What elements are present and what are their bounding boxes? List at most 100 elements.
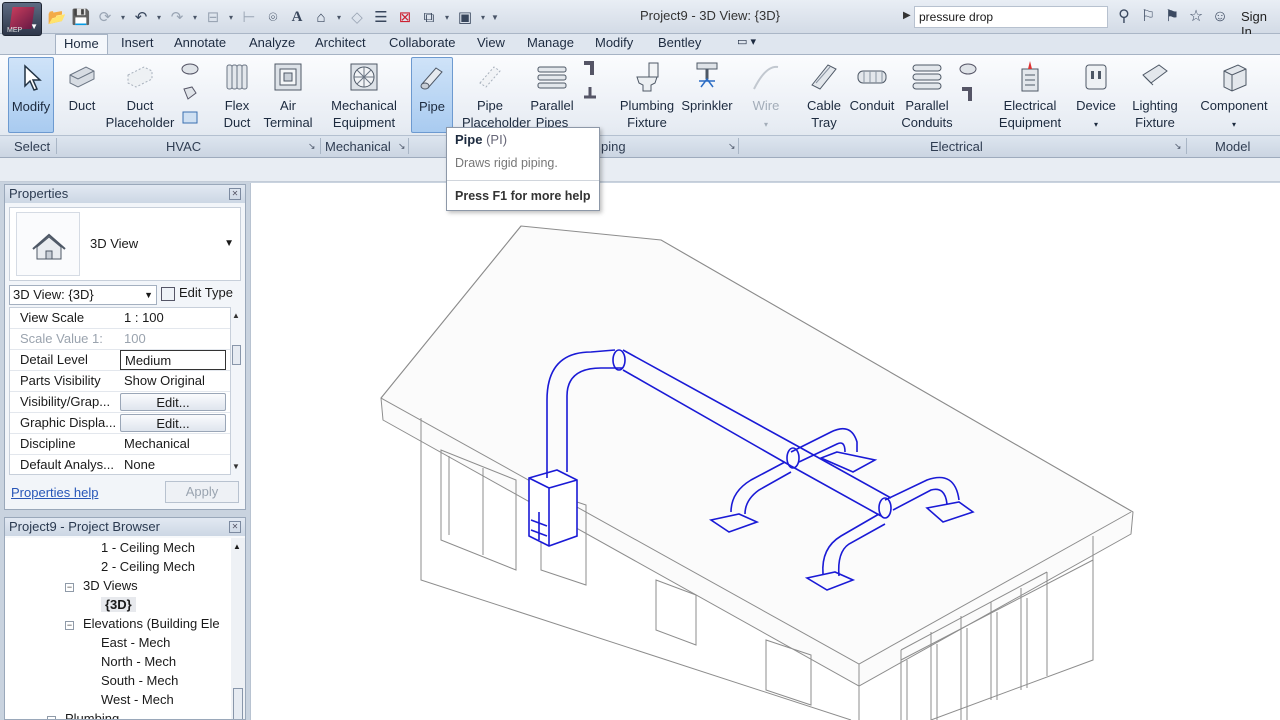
thin-lines-icon[interactable]: ☰ <box>370 7 392 27</box>
tab-analyze[interactable]: Analyze <box>249 34 295 54</box>
measure-icon[interactable]: ⊟ <box>202 7 224 27</box>
communication-center-icon[interactable]: ⚑ <box>1162 6 1182 28</box>
tree-item-ceiling-plan-1[interactable]: 1 - Ceiling Mech <box>101 540 195 555</box>
scroll-up-icon[interactable]: ▲ <box>233 542 241 551</box>
tab-architect[interactable]: Architect <box>315 34 366 54</box>
wire-button[interactable]: Wire ▾ <box>746 57 786 133</box>
browser-scrollbar[interactable]: ▲ <box>231 538 245 719</box>
duct-placeholder-button[interactable]: Duct Placeholder <box>104 57 176 131</box>
open-icon[interactable]: 📂 <box>46 7 68 27</box>
tab-manage[interactable]: Manage <box>527 34 574 54</box>
cable-tray-fitting-icon[interactable] <box>958 85 978 105</box>
search-input[interactable]: pressure drop <box>914 6 1108 28</box>
conduit-button[interactable]: Conduit <box>846 57 898 114</box>
property-value[interactable]: Medium <box>120 350 226 370</box>
graphic-display-edit-button[interactable]: Edit... <box>120 414 226 432</box>
favorites-star-icon[interactable]: ☆ <box>1186 6 1206 28</box>
window-icon[interactable]: ▣ <box>454 7 476 27</box>
tree-item-plumbing[interactable]: Plumbing <box>65 711 119 719</box>
properties-scrollbar[interactable]: ▲ ▼ <box>231 307 241 475</box>
tab-modify[interactable]: Modify <box>595 34 633 54</box>
flex-duct-button[interactable]: Flex Duct <box>216 57 258 131</box>
tab-bentley[interactable]: Bentley <box>658 34 701 54</box>
window-dropdown-icon[interactable]: ▾ <box>478 13 488 22</box>
redo-icon[interactable]: ↷ <box>166 7 188 27</box>
3d-viewport[interactable] <box>250 183 1280 720</box>
device-button[interactable]: Device ▾ <box>1074 57 1118 133</box>
collapse-plumbing-icon[interactable]: − <box>47 716 56 719</box>
type-selector[interactable]: 3D View ▼ <box>9 207 241 281</box>
ribbon-minimize-icon[interactable]: ▭ ▾ <box>737 34 756 54</box>
switch-windows-icon[interactable]: ⧉ <box>418 7 440 27</box>
pipe-placeholder-button[interactable]: Pipe Placeholder <box>462 57 531 131</box>
parallel-pipes-button[interactable]: Parallel Pipes <box>526 57 578 131</box>
tab-annotate[interactable]: Annotate <box>174 34 226 54</box>
pipe-button[interactable]: Pipe <box>411 57 453 133</box>
collapse-elevations-icon[interactable]: − <box>65 621 74 630</box>
electrical-equipment-button[interactable]: Electrical Equipment <box>996 57 1064 131</box>
component-dropdown-icon[interactable]: ▾ <box>1232 120 1236 129</box>
close-icon[interactable]: ✕ <box>229 188 241 200</box>
parallel-conduits-button[interactable]: Parallel Conduits <box>900 57 954 131</box>
undo-dropdown-icon[interactable]: ▾ <box>154 13 164 22</box>
sync-icon[interactable]: ⟳ <box>94 7 116 27</box>
tab-collaborate[interactable]: Collaborate <box>389 34 456 54</box>
customize-toolbar-icon[interactable]: ▼ <box>490 13 500 22</box>
cable-tray-button[interactable]: Cable Tray <box>802 57 846 131</box>
duct-fitting-icon[interactable] <box>180 83 200 103</box>
binoculars-icon[interactable]: ⚲ <box>1114 6 1134 28</box>
mechanical-equipment-button[interactable]: Mechanical Equipment <box>326 57 402 131</box>
tree-item-north-mech[interactable]: North - Mech <box>101 654 176 669</box>
property-value[interactable]: Show Original <box>120 371 226 391</box>
save-icon[interactable]: 💾 <box>70 7 92 27</box>
tree-item-elevations[interactable]: Elevations (Building Ele <box>83 616 220 631</box>
search-expand-icon[interactable]: ▶ <box>903 10 911 21</box>
convert-to-flex-duct-icon[interactable] <box>180 59 200 79</box>
scroll-up-icon[interactable]: ▲ <box>232 311 240 320</box>
panel-select[interactable]: Select <box>14 139 50 154</box>
lighting-fixture-button[interactable]: Lighting Fixture <box>1126 57 1184 131</box>
apply-button[interactable]: Apply <box>165 481 239 503</box>
tree-item-east-mech[interactable]: East - Mech <box>101 635 170 650</box>
undo-icon[interactable]: ↶ <box>130 7 152 27</box>
close-hidden-windows-icon[interactable]: ⊠ <box>394 7 416 27</box>
close-icon[interactable]: ✕ <box>229 521 241 533</box>
pipe-accessory-icon[interactable] <box>580 83 600 103</box>
scroll-thumb[interactable] <box>232 345 241 365</box>
text-icon[interactable]: A <box>286 7 308 27</box>
device-dropdown-icon[interactable]: ▾ <box>1094 120 1098 129</box>
tree-item-3d-current[interactable]: {3D} <box>101 597 136 612</box>
section-icon[interactable]: ◇ <box>346 7 368 27</box>
tree-item-ceiling-plan-2[interactable]: 2 - Ceiling Mech <box>101 559 195 574</box>
tab-view[interactable]: View <box>477 34 505 54</box>
default-3d-view-icon[interactable]: ⌂ <box>310 7 332 27</box>
view-dropdown-icon[interactable]: ▾ <box>334 13 344 22</box>
wire-dropdown-icon[interactable]: ▾ <box>764 120 768 129</box>
chevron-down-icon[interactable]: ▼ <box>224 238 234 249</box>
air-terminal-button[interactable]: Air Terminal <box>260 57 316 131</box>
tab-insert[interactable]: Insert <box>121 34 154 54</box>
redo-dropdown-icon[interactable]: ▾ <box>190 13 200 22</box>
conduit-fitting-icon[interactable] <box>958 59 978 79</box>
visibility-graphics-edit-button[interactable]: Edit... <box>120 393 226 411</box>
tab-home[interactable]: Home <box>55 34 108 55</box>
electrical-settings-icon[interactable]: ↘ <box>1174 141 1182 152</box>
scroll-down-icon[interactable]: ▼ <box>232 462 240 471</box>
user-icon[interactable]: ☺ <box>1210 6 1230 28</box>
application-menu-button[interactable]: MEP ▼ <box>2 2 42 36</box>
property-value[interactable]: Mechanical <box>120 434 226 454</box>
measure-dropdown-icon[interactable]: ▾ <box>226 13 236 22</box>
modify-button[interactable]: Modify <box>8 57 54 133</box>
property-value[interactable]: 1 : 100 <box>120 308 226 328</box>
duct-accessory-icon[interactable] <box>180 107 200 127</box>
aligned-dimension-icon[interactable]: ⊢ <box>238 7 260 27</box>
instance-filter-select[interactable]: 3D View: {3D} ▼ <box>9 285 157 305</box>
hvac-settings-icon[interactable]: ↘ <box>308 141 316 152</box>
tag-icon[interactable]: ⌾ <box>262 7 284 27</box>
sprinkler-button[interactable]: Sprinkler <box>680 57 734 114</box>
mechanical-settings-icon[interactable]: ↘ <box>398 141 406 152</box>
component-button[interactable]: Component ▾ <box>1196 57 1272 133</box>
subscription-icon[interactable]: ⚐ <box>1138 6 1158 28</box>
plumbing-settings-icon[interactable]: ↘ <box>728 141 736 152</box>
tree-item-south-mech[interactable]: South - Mech <box>101 673 178 688</box>
